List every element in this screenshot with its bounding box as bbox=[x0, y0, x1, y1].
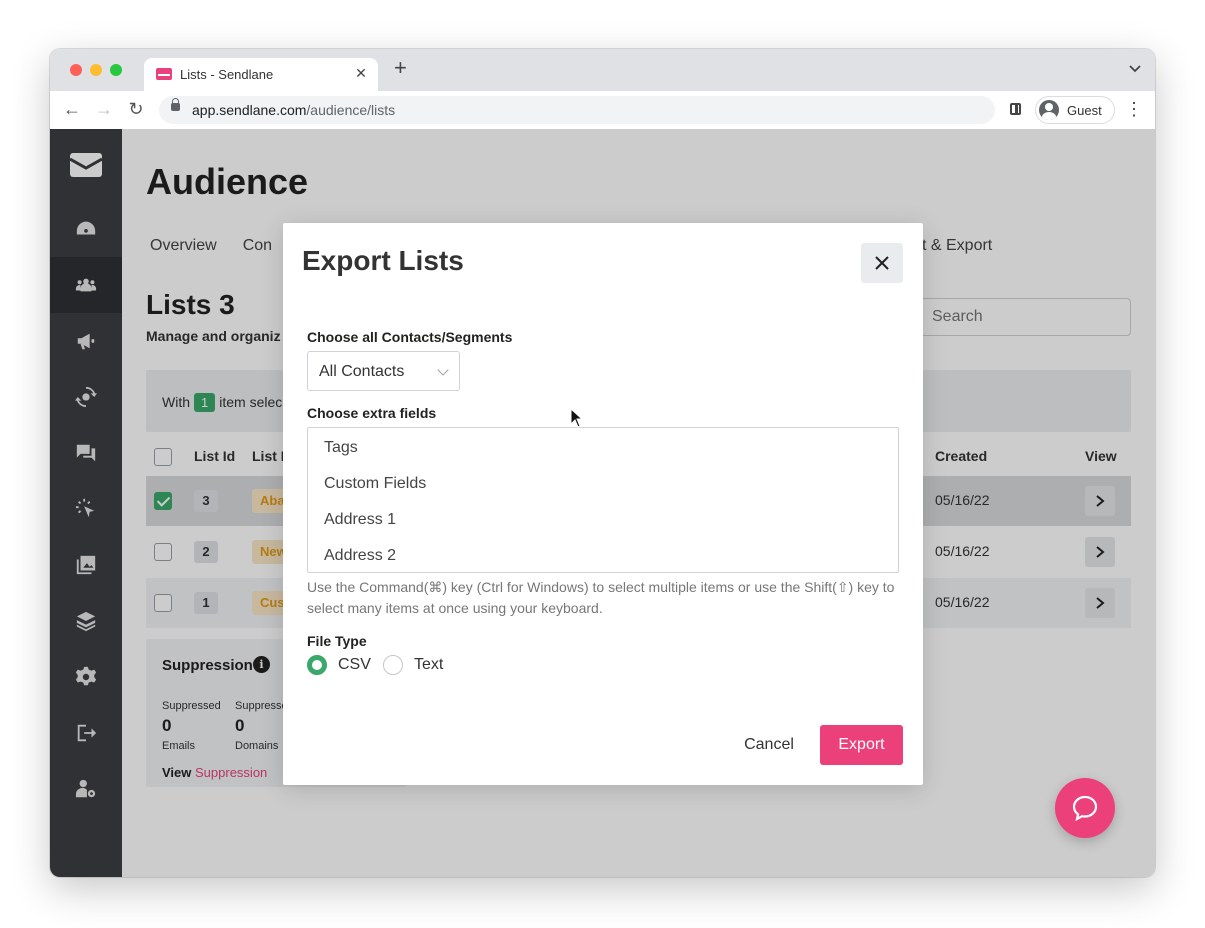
modal-close-button[interactable] bbox=[861, 243, 903, 283]
back-arrow-icon[interactable]: ← bbox=[61, 98, 83, 120]
cancel-button[interactable]: Cancel bbox=[733, 725, 805, 765]
browser-tab-title: Lists - Sendlane bbox=[180, 67, 274, 82]
window-minimize-button[interactable] bbox=[90, 64, 102, 76]
sendlane-favicon-icon bbox=[156, 68, 172, 80]
field-option-address-2[interactable]: Address 2 bbox=[324, 547, 396, 565]
multiselect-help-text: Use the Command(⌘) key (Ctrl for Windows… bbox=[307, 579, 895, 616]
modal-title: Export Lists bbox=[302, 245, 464, 276]
close-icon bbox=[875, 256, 889, 270]
profile-name: Guest bbox=[1067, 103, 1102, 118]
lock-icon bbox=[171, 98, 180, 111]
chat-bubble-icon bbox=[1072, 795, 1098, 822]
file-type-csv-label[interactable]: CSV bbox=[338, 656, 371, 674]
reload-icon[interactable]: ↻ bbox=[125, 98, 147, 120]
window-close-button[interactable] bbox=[70, 64, 82, 76]
browser-tabstrip: Lists - Sendlane ✕ + bbox=[50, 49, 1155, 91]
forward-arrow-icon[interactable]: → bbox=[93, 98, 115, 120]
browser-menu-icon[interactable]: ⋮ bbox=[1125, 99, 1143, 119]
export-button[interactable]: Export bbox=[820, 725, 903, 765]
select-value: All Contacts bbox=[319, 363, 405, 380]
tab-close-icon[interactable]: ✕ bbox=[352, 64, 370, 82]
extra-fields-label: Choose extra fields bbox=[307, 405, 437, 421]
export-lists-modal: Export Lists Choose all Contacts/Segment… bbox=[283, 223, 923, 785]
file-type-label: File Type bbox=[307, 633, 367, 649]
side-panel-icon[interactable] bbox=[1010, 103, 1021, 115]
guest-avatar-icon bbox=[1039, 100, 1059, 120]
window-zoom-button[interactable] bbox=[110, 64, 122, 76]
chevron-down-icon bbox=[437, 364, 449, 376]
extra-fields-multiselect[interactable]: Tags Custom Fields Address 1 Address 2 bbox=[307, 427, 899, 573]
chat-support-button[interactable] bbox=[1055, 778, 1115, 838]
file-type-text-radio[interactable] bbox=[383, 655, 403, 675]
url-host: app.sendlane.com bbox=[192, 102, 307, 118]
mouse-cursor-icon bbox=[570, 408, 584, 428]
address-bar[interactable]: app.sendlane.com/audience/lists bbox=[159, 96, 995, 124]
browser-tab-lists[interactable]: Lists - Sendlane ✕ bbox=[144, 58, 378, 91]
url-path: /audience/lists bbox=[306, 102, 396, 118]
field-option-address-1[interactable]: Address 1 bbox=[324, 511, 396, 529]
new-tab-button[interactable]: + bbox=[394, 57, 407, 79]
profile-button[interactable]: Guest bbox=[1035, 96, 1115, 124]
field-option-custom-fields[interactable]: Custom Fields bbox=[324, 475, 426, 493]
field-option-tags[interactable]: Tags bbox=[324, 439, 358, 457]
contacts-segments-select[interactable]: All Contacts bbox=[307, 351, 460, 391]
tab-search-chevron-icon[interactable] bbox=[1129, 62, 1141, 76]
address-url[interactable]: app.sendlane.com/audience/lists bbox=[192, 102, 395, 118]
file-type-csv-radio[interactable] bbox=[307, 655, 327, 675]
contacts-segments-label: Choose all Contacts/Segments bbox=[307, 329, 513, 345]
file-type-text-label[interactable]: Text bbox=[414, 656, 443, 674]
browser-toolbar: ← → ↻ app.sendlane.com/audience/lists Gu… bbox=[50, 91, 1155, 130]
app-root: Audience Overview Con t & Export Lists 3 … bbox=[50, 129, 1155, 877]
browser-window: Lists - Sendlane ✕ + ← → ↻ app.sendlane.… bbox=[50, 49, 1155, 877]
